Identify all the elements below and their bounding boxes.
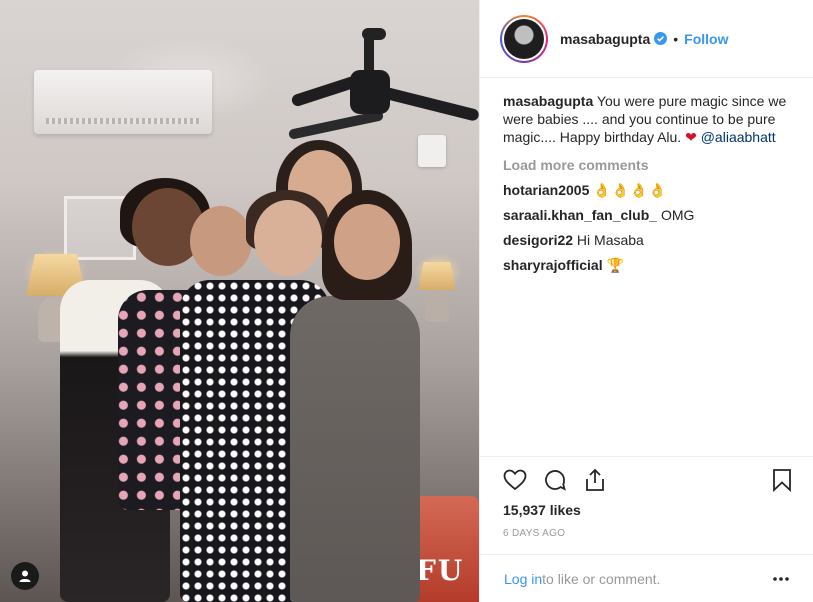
person-5-body [290,296,420,602]
comment-username[interactable]: desigori22 [503,232,573,248]
likes-count[interactable]: 15,937 likes [503,502,581,518]
person-2-head [190,206,252,276]
wall-speaker [418,135,446,167]
comment-row: saraali.khan_fan_club_ OMG [503,206,803,224]
avatar-border [502,16,546,61]
air-conditioner [34,70,212,134]
tagged-users-icon[interactable] [11,562,39,590]
comment-text: OMG [660,207,695,223]
caption-username[interactable]: masabagupta [503,93,593,109]
ac-vent [46,118,200,124]
comment-row: sharyrajofficial 🏆 [503,256,803,274]
post-timestamp[interactable]: 6 DAYS AGO [503,528,565,539]
lamp-shade-right [418,262,456,290]
caption: masabagupta You were pure magic since we… [503,92,803,146]
load-more-comments-button[interactable]: Load more comments [503,156,803,174]
caption-mention[interactable]: @aliaabhatt [701,129,776,145]
comments-section: masabagupta You were pure magic since we… [503,92,803,274]
post-sidebar: masabagupta • Follow masabagupta You wer… [479,0,813,602]
avatar[interactable] [500,14,548,63]
comment-username[interactable]: sharyrajofficial [503,257,603,273]
post-photo[interactable]: FU [0,0,479,602]
comment-text: Hi Masaba [576,232,644,248]
save-bookmark-icon[interactable] [769,467,795,493]
comment-username[interactable]: saraali.khan_fan_club_ [503,207,657,223]
fan-blade [380,86,479,122]
avatar-image [504,18,544,59]
more-options-icon[interactable] [772,571,790,587]
like-heart-icon[interactable] [502,467,528,493]
follow-button[interactable]: Follow [684,31,728,47]
login-link[interactable]: Log in [504,571,542,587]
share-icon[interactable] [582,467,608,493]
fan-blade [288,110,384,140]
fan-motor [350,70,390,114]
comment-row: desigori22 Hi Masaba [503,231,803,249]
login-prompt-text: to like or comment. [542,570,661,587]
comment-footer: Log in to like or comment. [480,554,813,602]
comment-username[interactable]: hotarian2005 [503,182,589,198]
post-header: masabagupta • Follow [480,0,813,78]
verified-badge-icon [654,32,668,45]
heart-emoji: ❤ [685,129,697,145]
separator-dot: • [673,30,679,47]
header-username[interactable]: masabagupta [560,31,650,47]
person-5-head [334,204,400,280]
comment-row: hotarian2005 👌👌👌👌 [503,181,803,199]
drum-text: FU [416,554,465,587]
action-bar [480,456,813,504]
fan-rod [364,30,374,74]
comment-bubble-icon[interactable] [542,467,568,493]
lamp-base-right [425,290,449,322]
comment-text: 👌👌👌👌 [593,182,667,198]
comment-text: 🏆 [606,257,624,273]
person-3-head [254,200,322,276]
